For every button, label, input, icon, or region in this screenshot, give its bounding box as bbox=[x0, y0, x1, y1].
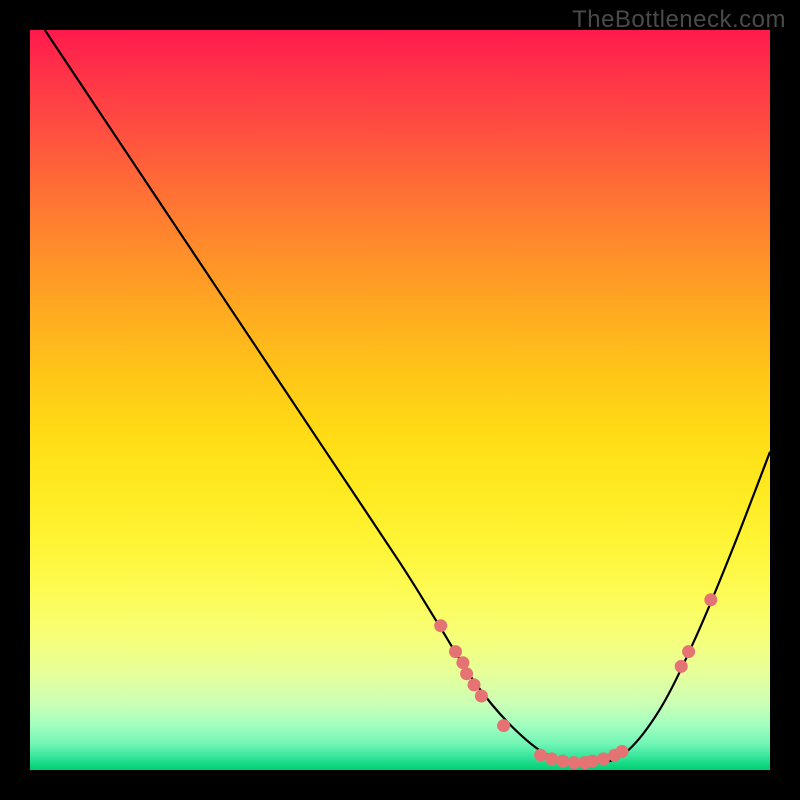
data-marker bbox=[449, 645, 462, 658]
data-marker bbox=[704, 593, 717, 606]
data-marker bbox=[460, 667, 473, 680]
data-marker bbox=[475, 690, 488, 703]
data-marker bbox=[682, 645, 695, 658]
data-marker bbox=[616, 745, 629, 758]
data-marker bbox=[675, 660, 688, 673]
data-marker bbox=[468, 678, 481, 691]
bottleneck-curve bbox=[45, 30, 770, 763]
data-marker bbox=[434, 619, 447, 632]
data-marker bbox=[545, 752, 558, 765]
data-marker bbox=[534, 749, 547, 762]
data-marker bbox=[456, 656, 469, 669]
data-marker bbox=[567, 756, 580, 769]
data-marker bbox=[497, 719, 510, 732]
data-marker bbox=[597, 752, 610, 765]
chart-svg bbox=[30, 30, 770, 770]
data-marker bbox=[586, 755, 599, 768]
watermark-text: TheBottleneck.com bbox=[572, 6, 786, 34]
data-marker bbox=[556, 755, 569, 768]
plot-area bbox=[30, 30, 770, 770]
